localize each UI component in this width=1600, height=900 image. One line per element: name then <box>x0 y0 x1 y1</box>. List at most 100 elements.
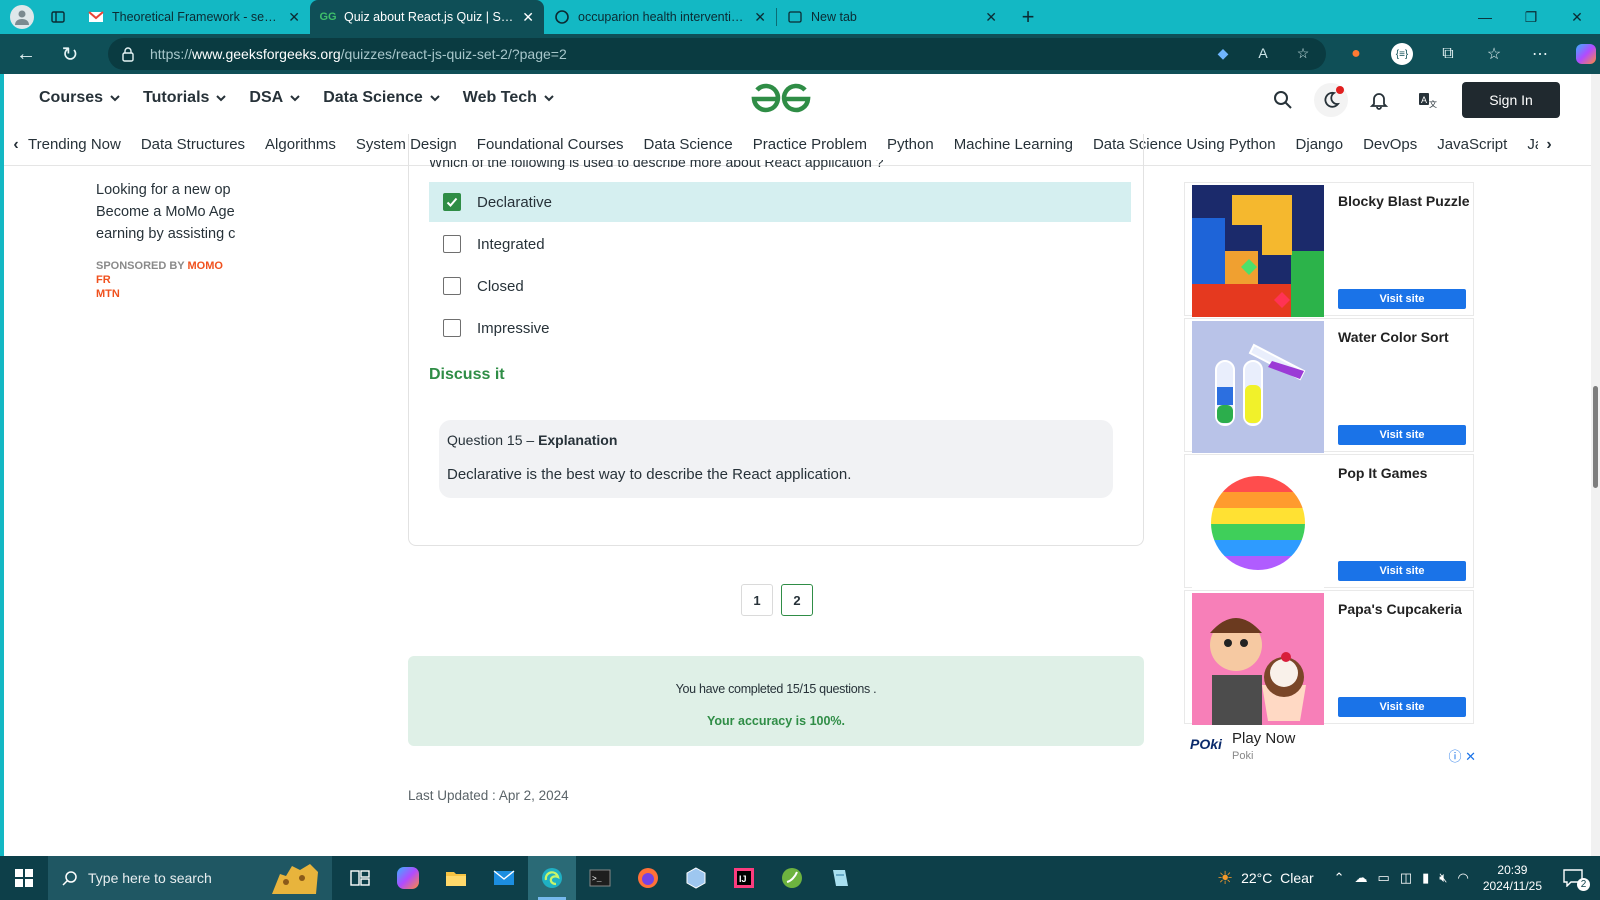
scroll-thumb[interactable] <box>1593 386 1598 488</box>
chevron-right-icon[interactable]: › <box>1537 136 1561 154</box>
checkbox-checked-icon[interactable] <box>443 193 461 211</box>
sponsored-ad[interactable]: Looking for a new op Become a MoMo Age e… <box>96 179 238 301</box>
cloud-icon[interactable]: ☁ <box>1355 870 1368 886</box>
tab-actions-icon[interactable] <box>44 3 72 31</box>
sponsor-name-line2: MTN <box>96 288 120 300</box>
taskbar-search[interactable]: Type here to search <box>48 856 332 900</box>
copilot-icon[interactable] <box>1570 38 1600 70</box>
device-icon[interactable]: ▭ <box>1378 870 1390 886</box>
visit-site-button[interactable]: Visit site <box>1338 561 1466 581</box>
menu-courses[interactable]: Courses <box>39 89 121 107</box>
close-tab-icon[interactable]: ✕ <box>288 9 300 26</box>
option-label: Integrated <box>477 235 545 253</box>
checkbox-icon[interactable] <box>443 277 461 295</box>
volume-mute-icon[interactable]: 🔇︎ <box>1439 870 1447 886</box>
subnav-item[interactable]: Algorithms <box>265 136 336 153</box>
weather-widget[interactable]: ☀ 22°C Clear <box>1217 868 1314 889</box>
shopping-tag-icon[interactable]: ◆ <box>1214 44 1232 62</box>
minimize-icon[interactable]: — <box>1462 0 1508 34</box>
poki-play-now[interactable]: POki Play Now Poki ⓘ ✕ <box>1188 726 1480 766</box>
clock[interactable]: 20:39 2024/11/25 <box>1483 862 1542 894</box>
close-tab-icon[interactable]: ✕ <box>522 9 534 26</box>
ad-blocky-blast[interactable]: Blocky Blast Puzzle Visit site <box>1184 182 1474 317</box>
option-label: Closed <box>477 277 524 295</box>
search-icon[interactable] <box>1266 83 1300 117</box>
close-tab-icon[interactable]: ✕ <box>754 9 766 26</box>
discuss-it-link[interactable]: Discuss it <box>429 366 505 384</box>
menu-tutorials[interactable]: Tutorials <box>143 89 227 107</box>
visit-site-button[interactable]: Visit site <box>1338 289 1466 309</box>
tab-occupation-health[interactable]: occuparion health intervention cl ✕ <box>544 0 776 34</box>
ad-pop-it-games[interactable]: Pop It Games Visit site <box>1184 454 1474 589</box>
sign-in-button[interactable]: Sign In <box>1462 82 1560 118</box>
checkbox-icon[interactable] <box>443 319 461 337</box>
back-icon[interactable]: ← <box>8 36 44 72</box>
battery-icon[interactable]: ▮ <box>1422 870 1429 886</box>
page-button[interactable]: 1 <box>741 584 773 616</box>
option-integrated[interactable]: Integrated <box>429 224 1131 264</box>
bell-icon[interactable] <box>1362 83 1396 117</box>
dark-mode-icon[interactable] <box>1314 83 1348 117</box>
checkbox-icon[interactable] <box>443 235 461 253</box>
tab-theoretical-framework[interactable]: Theoretical Framework - septemb ✕ <box>78 0 310 34</box>
translate-icon[interactable]: A文 <box>1410 83 1444 117</box>
extension-fox-icon[interactable]: ● <box>1340 38 1372 70</box>
option-impressive[interactable]: Impressive <box>429 308 1131 348</box>
notifications-icon[interactable]: 2 <box>1560 865 1590 891</box>
option-declarative[interactable]: Declarative <box>429 182 1131 222</box>
visit-site-button[interactable]: Visit site <box>1338 425 1466 445</box>
edge-browser-icon[interactable] <box>528 856 576 900</box>
gmail-icon <box>88 9 104 25</box>
camera-icon[interactable]: ◫ <box>1400 870 1412 886</box>
menu-web-tech[interactable]: Web Tech <box>463 89 555 107</box>
chevron-up-icon[interactable]: ⌃ <box>1334 870 1345 886</box>
window-controls: — ❐ ✕ <box>1462 0 1600 34</box>
close-tab-icon[interactable]: ✕ <box>985 9 997 26</box>
file-explorer-icon[interactable] <box>432 856 480 900</box>
copilot-app-icon[interactable] <box>384 856 432 900</box>
subnav-item[interactable]: Data Structures <box>141 136 245 153</box>
menu-dsa[interactable]: DSA <box>249 89 301 107</box>
sponsored-by: SPONSORED BY MOMO FR MTN <box>96 259 238 301</box>
intellij-icon[interactable]: IJ <box>720 856 768 900</box>
page-button-current[interactable]: 2 <box>781 584 813 616</box>
firefox-icon[interactable] <box>624 856 672 900</box>
new-tab-button[interactable]: + <box>1013 2 1043 32</box>
close-window-icon[interactable]: ✕ <box>1554 0 1600 34</box>
papas-cupcakeria-image <box>1192 593 1324 725</box>
tab-react-quiz[interactable]: GG Quiz about React.js Quiz | Set-2 ✕ <box>310 0 544 34</box>
chevron-left-icon[interactable]: ‹ <box>4 136 28 154</box>
virtualbox-icon[interactable] <box>672 856 720 900</box>
ad-water-color-sort[interactable]: Water Color Sort Visit site <box>1184 318 1474 453</box>
ad-papas-cupcakeria[interactable]: Papa's Cupcakeria Visit site <box>1184 590 1474 725</box>
tab-new-tab[interactable]: New tab ✕ <box>777 0 1007 34</box>
subnav-item[interactable]: Trending Now <box>28 136 121 153</box>
page-scrollbar[interactable] <box>1591 74 1600 856</box>
more-menu-icon[interactable]: ⋯ <box>1524 38 1556 70</box>
ad-choices-close-icon[interactable]: ⓘ ✕ <box>1448 746 1476 765</box>
task-view-icon[interactable] <box>336 856 384 900</box>
subnav-item[interactable]: JavaScript <box>1437 136 1507 153</box>
notepad-icon[interactable] <box>816 856 864 900</box>
favorite-star-icon[interactable]: ☆ <box>1294 44 1312 62</box>
visit-site-button[interactable]: Visit site <box>1338 697 1466 717</box>
wifi-icon[interactable]: ◠ <box>1457 870 1468 886</box>
spring-tools-icon[interactable] <box>768 856 816 900</box>
subnav-item[interactable]: Django <box>1296 136 1344 153</box>
address-bar[interactable]: https://www.geeksforgeeks.org/quizzes/re… <box>108 38 1326 70</box>
favorites-icon[interactable]: ☆ <box>1478 38 1510 70</box>
option-closed[interactable]: Closed <box>429 266 1131 306</box>
extensions-icon[interactable]: ⧉ <box>1432 38 1464 70</box>
menu-data-science[interactable]: Data Science <box>323 89 441 107</box>
restore-icon[interactable]: ❐ <box>1508 0 1554 34</box>
read-aloud-icon[interactable]: A <box>1254 44 1272 62</box>
gfg-logo-icon[interactable] <box>750 82 812 116</box>
windows-start-icon[interactable] <box>0 856 48 900</box>
profile-icon[interactable] <box>10 5 34 29</box>
site-header: Courses Tutorials DSA Data Science Web T… <box>4 74 1591 124</box>
terminal-icon[interactable]: >_ <box>576 856 624 900</box>
subnav-item[interactable]: DevOps <box>1363 136 1417 153</box>
refresh-icon[interactable]: ↻ <box>52 36 88 72</box>
mail-icon[interactable] <box>480 856 528 900</box>
extension-json-icon[interactable]: {≡} <box>1386 38 1418 70</box>
